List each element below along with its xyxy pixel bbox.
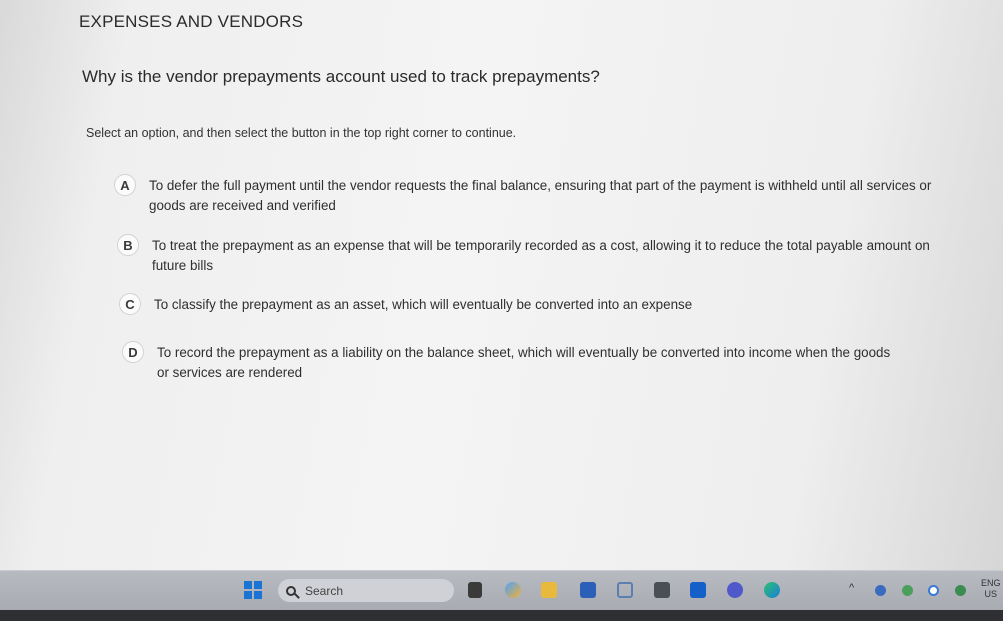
language-code: ENG — [981, 578, 1001, 588]
option-b[interactable]: B To treat the prepayment as an expense … — [117, 234, 935, 276]
search-icon — [286, 585, 296, 596]
copilot-icon[interactable] — [505, 582, 521, 598]
monitor-bezel — [0, 610, 1003, 621]
option-c[interactable]: C To classify the prepayment as an asset… — [119, 293, 939, 315]
instruction-text: Select an option, and then select the bu… — [86, 126, 517, 140]
status-circle-icon[interactable] — [928, 585, 939, 596]
folder-icon[interactable] — [541, 582, 557, 598]
option-b-text: To treat the prepayment as an expense th… — [152, 238, 930, 273]
teams-icon[interactable] — [727, 582, 743, 598]
store-icon[interactable] — [580, 582, 596, 598]
option-a[interactable]: A To defer the full payment until the ve… — [114, 174, 944, 216]
sync-icon[interactable] — [902, 585, 913, 596]
option-d-letter: D — [122, 341, 144, 363]
app-window: EXPENSES AND VENDORS Why is the vendor p… — [0, 0, 1003, 570]
start-windows-icon[interactable] — [244, 581, 262, 599]
option-a-text: To defer the full payment until the vend… — [149, 178, 932, 213]
language-indicator[interactable]: ENG US — [981, 578, 1001, 600]
edge-icon[interactable] — [764, 582, 780, 598]
option-c-letter: C — [119, 293, 141, 315]
outlook-icon[interactable] — [690, 582, 706, 598]
chevron-up-icon[interactable]: ^ — [849, 582, 854, 594]
search-placeholder: Search — [305, 583, 344, 598]
option-d-text: To record the prepayment as a liability … — [157, 345, 891, 380]
region-code: US — [984, 589, 998, 599]
question-text: Why is the vendor prepayments account us… — [82, 67, 600, 86]
option-c-text: To classify the prepayment as an asset, … — [154, 297, 693, 312]
snipping-tool-icon[interactable] — [617, 582, 633, 598]
security-icon[interactable] — [955, 585, 966, 596]
calculator-icon[interactable] — [654, 582, 670, 598]
option-b-letter: B — [117, 234, 139, 256]
option-a-letter: A — [114, 174, 136, 196]
taskbar-search[interactable]: Search — [278, 579, 454, 602]
taskbar: Search ^ ENG US — [0, 570, 1003, 611]
section-title: EXPENSES AND VENDORS — [79, 12, 304, 31]
option-d[interactable]: D To record the prepayment as a liabilit… — [122, 341, 922, 383]
file-explorer-icon[interactable] — [468, 582, 482, 598]
onedrive-icon[interactable] — [875, 585, 886, 596]
